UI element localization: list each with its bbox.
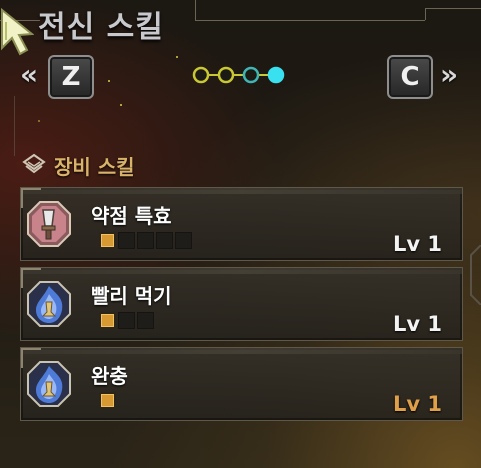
skill-name: 약점 특효 — [91, 204, 172, 228]
frame-top-line — [195, 20, 425, 21]
skill-level: Lv 1 — [393, 392, 442, 416]
level-pip-empty — [137, 312, 154, 329]
level-pip-empty — [118, 312, 135, 329]
skill-card[interactable]: 빨리 먹기 Lv 1 — [20, 267, 463, 341]
skill-level: Lv 1 — [393, 232, 442, 256]
frame-top-line — [425, 8, 481, 9]
skill-level-pips — [99, 312, 154, 329]
next-page-key-button[interactable]: C — [387, 55, 433, 99]
prev-page-key-button[interactable]: Z — [48, 55, 94, 99]
sparkle-decoration — [108, 80, 110, 82]
panel-title: 전신 스킬 — [38, 10, 164, 45]
page-dot[interactable] — [217, 66, 235, 84]
level-pip-empty — [118, 232, 135, 249]
level-pip-filled — [99, 392, 116, 409]
frame-left-line — [14, 96, 15, 156]
layered-diamond-icon — [22, 153, 46, 174]
skill-name: 빨리 먹기 — [91, 284, 172, 308]
blue-flame-icon — [27, 281, 71, 327]
page-indicator[interactable] — [192, 65, 292, 85]
level-pip-filled — [99, 232, 116, 249]
next-page-arrow-icon[interactable]: » — [440, 58, 458, 91]
skill-level-pips — [99, 232, 192, 249]
skill-name: 완충 — [91, 364, 128, 388]
cursor-pointer-icon — [1, 8, 34, 56]
frame-top-line — [195, 0, 196, 20]
sparkle-decoration — [176, 56, 178, 58]
section-title: 장비 스킬 — [54, 154, 135, 179]
skill-level: Lv 1 — [393, 312, 442, 336]
skill-card[interactable]: 완충 Lv 1 — [20, 347, 463, 421]
level-pip-empty — [137, 232, 154, 249]
page-dot[interactable] — [192, 66, 210, 84]
section-header: 장비 스킬 — [22, 150, 135, 180]
skill-card[interactable]: 약점 특효 Lv 1 — [20, 187, 463, 261]
sparkle-decoration — [120, 104, 122, 106]
background-ornament — [470, 245, 481, 305]
level-pip-filled — [99, 312, 116, 329]
skill-level-pips — [99, 392, 116, 409]
weapon-octagon-icon — [27, 201, 71, 247]
level-pip-empty — [156, 232, 173, 249]
level-pip-empty — [175, 232, 192, 249]
prev-page-arrow-icon[interactable]: « — [20, 58, 38, 91]
page-dot-active[interactable] — [267, 66, 285, 84]
page-dot[interactable] — [242, 66, 260, 84]
sparkle-decoration — [38, 120, 40, 122]
blue-flame-icon — [27, 361, 71, 407]
frame-top-line — [425, 8, 426, 20]
